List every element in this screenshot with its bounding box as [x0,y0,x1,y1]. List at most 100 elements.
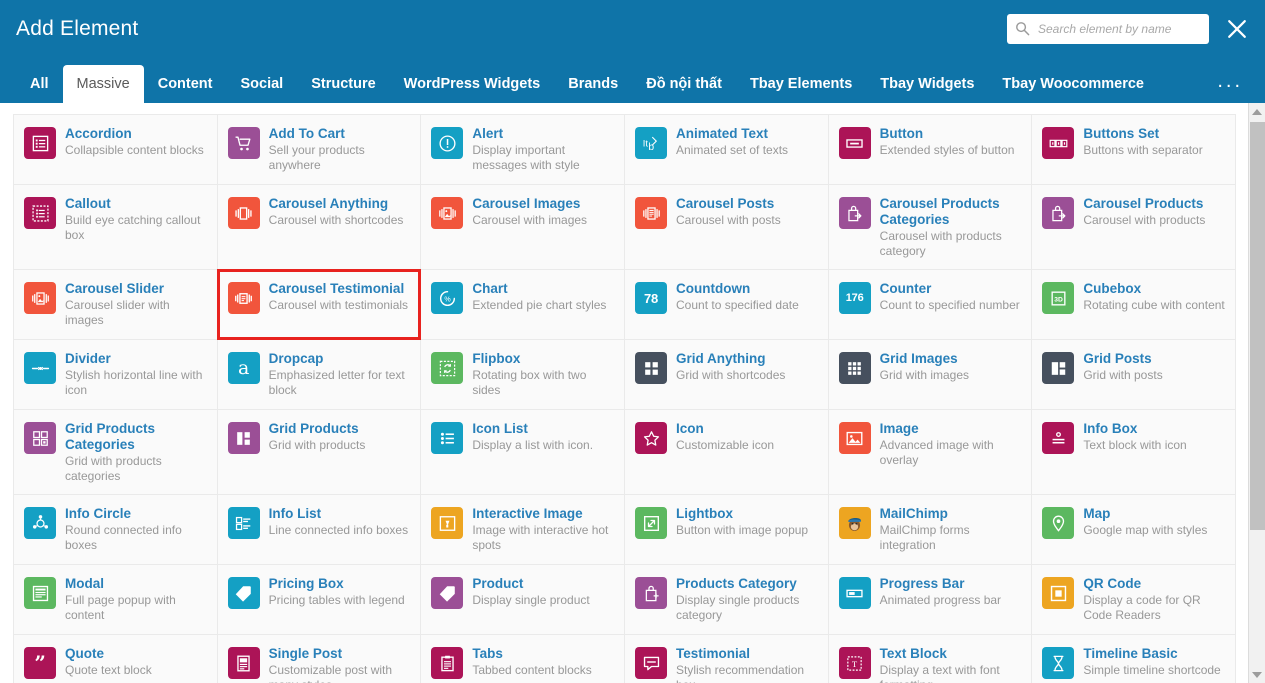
tab-tbay-elements[interactable]: Tbay Elements [736,65,866,103]
element-card[interactable]: QR Code Display a code for QR Code Reader… [1032,565,1236,635]
scroll-down-arrow-icon[interactable] [1248,666,1265,683]
element-text: Icon Customizable icon [676,420,820,453]
tab-massive[interactable]: Massive [62,65,144,103]
search-icon [1015,21,1030,36]
element-card[interactable]: Image Advanced image with overlay [828,410,1033,495]
tab-tbay-woocommerce[interactable]: Tbay Woocommerce [988,65,1158,103]
carousel-slider-icon [24,282,56,314]
element-card[interactable]: 3D Cubebox Rotating cube with content [1032,270,1236,340]
tab-n-i-th-t[interactable]: Đồ nội thất [632,65,736,103]
element-card[interactable]: Flipbox Rotating box with two sides [421,340,625,410]
element-card[interactable]: Progress Bar Animated progress bar [828,565,1033,635]
close-icon[interactable] [1223,15,1251,43]
element-card[interactable]: Modal Full page popup with content [14,565,218,635]
element-description: Stylish recommendation box [676,663,805,683]
element-card[interactable]: Pricing Box Pricing tables with legend [217,565,422,635]
info-list-icon [227,507,260,539]
element-card[interactable]: Testimonial Stylish recommendation box [625,635,829,683]
element-card[interactable]: Grid Products Grid with products [217,410,422,495]
element-card[interactable]: Tabs Tabbed content blocks [421,635,625,683]
element-title: Cubebox [1083,281,1142,296]
element-card[interactable]: Callout Build eye catching callout box [14,185,218,270]
element-card[interactable]: Map Google map with styles [1032,495,1236,565]
element-card[interactable]: Icon List Display a list with icon. [421,410,625,495]
element-card[interactable]: a Dropcap Emphasized letter for text block [217,340,422,410]
element-text: Timeline Basic Simple timeline shortcode [1083,645,1227,678]
element-title: Animated Text [676,126,769,141]
element-card[interactable]: Info Box Text block with icon [1032,410,1236,495]
scroll-up-arrow-icon[interactable] [1248,103,1265,120]
element-card[interactable]: Interactive Image Image with interactive … [421,495,625,565]
element-text: Divider Stylish horizontal line with icon [65,350,209,398]
icon-text: 78 [643,290,659,306]
search-box[interactable] [1007,13,1209,44]
element-description: Line connected info boxes [268,523,409,537]
element-card[interactable]: Button Extended styles of button [828,115,1033,185]
element-title: Buttons Set [1083,126,1160,141]
tab-tbay-widgets[interactable]: Tbay Widgets [866,65,988,103]
animated-text-icon: It b [635,127,667,159]
element-title: Progress Bar [879,576,965,591]
element-card[interactable]: MailChimp MailChimp forms integration [828,495,1033,565]
element-card[interactable]: Carousel Posts Carousel with posts [625,185,829,270]
element-text: Single Post Customizable post with many s… [269,645,413,683]
vertical-scrollbar[interactable] [1248,103,1265,683]
element-card[interactable]: 176 Counter Count to specified number [828,270,1033,340]
element-description: Google map with styles [1083,523,1208,537]
element-description: Round connected info boxes [65,523,182,552]
tabs-clipboard-icon [431,647,464,679]
countdown-78-icon: 78 [635,282,667,314]
element-card[interactable]: Buttons Set Buttons with separator [1032,115,1236,185]
element-card[interactable]: Lightbox Button with image popup [625,495,829,565]
scrollbar-track[interactable] [1249,120,1265,666]
grid-4-icon [635,352,667,384]
element-card[interactable]: Add To Cart Sell your products anywhere [217,115,422,185]
element-card[interactable]: Info List Line connected info boxes [217,495,422,565]
element-card[interactable]: % Chart Extended pie chart styles [421,270,625,340]
element-card[interactable]: Single Post Customizable post with many s… [217,635,422,683]
element-card[interactable]: Products Category Display single products… [625,565,829,635]
element-description: Grid with posts [1083,368,1163,382]
element-description: Simple timeline shortcode [1083,663,1221,677]
element-text: Text Block Display a text with font forma… [880,645,1024,683]
search-input[interactable] [1036,20,1201,37]
element-card[interactable]: Carousel Products Categories Carousel wit… [828,185,1033,270]
element-card[interactable]: Carousel Slider Carousel slider with imag… [14,270,218,340]
tab-wordpress-widgets[interactable]: WordPress Widgets [390,65,555,103]
element-title: Callout [65,196,111,211]
element-card[interactable]: Grid Products Categories Grid with produc… [14,410,218,495]
tab-content[interactable]: Content [144,65,227,103]
element-card[interactable]: Icon Customizable icon [625,410,829,495]
element-card[interactable]: ” Quote Quote text block [14,635,218,683]
element-text: Callout Build eye catching callout box [65,195,209,243]
expand-arrow-icon [635,507,667,539]
element-card[interactable]: Alert Display important messages with sty… [421,115,625,185]
element-card[interactable]: Info Circle Round connected info boxes [14,495,218,565]
element-card[interactable]: Timeline Basic Simple timeline shortcode [1032,635,1236,683]
element-card[interactable]: It b Animated Text Animated set of texts [625,115,829,185]
tab-brands[interactable]: Brands [554,65,632,103]
element-card[interactable]: Carousel Products Carousel with products [1032,185,1236,270]
tabs-overflow-button[interactable]: ... [1217,65,1249,103]
element-card[interactable]: Accordion Collapsible content blocks [14,115,218,185]
element-card[interactable]: Grid Posts Grid with posts [1032,340,1236,410]
element-card[interactable]: Carousel Anything Carousel with shortcode… [217,185,422,270]
tab-all[interactable]: All [16,65,63,103]
shopping-cart-icon [227,127,260,159]
tab-social[interactable]: Social [226,65,297,103]
element-title: Product [472,576,524,591]
element-card[interactable]: Product Display single product [421,565,625,635]
tab-structure[interactable]: Structure [297,65,389,103]
element-card[interactable]: Divider Stylish horizontal line with icon [14,340,218,410]
element-title: Interactive Image [472,506,583,521]
element-card[interactable]: Carousel Testimonial Carousel with testim… [216,269,422,340]
element-card[interactable]: 78 Countdown Count to specified date [625,270,829,340]
element-card[interactable]: Carousel Images Carousel with images [421,185,625,270]
element-card[interactable]: T Text Block Display a text with font form… [828,635,1033,683]
element-description: Count to specified number [879,298,1020,312]
element-text: Carousel Testimonial Carousel with testim… [269,280,413,313]
element-card[interactable]: Grid Images Grid with images [828,340,1033,410]
scrollbar-thumb[interactable] [1249,122,1265,530]
element-card[interactable]: Grid Anything Grid with shortcodes [625,340,829,410]
star-icon [635,422,667,454]
